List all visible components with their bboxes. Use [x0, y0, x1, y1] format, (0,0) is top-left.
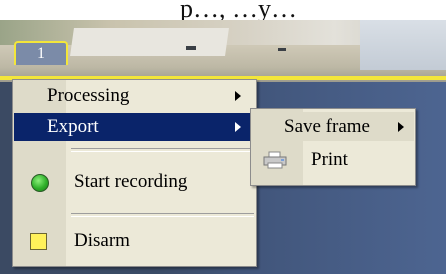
menu-item-export[interactable]: Export: [14, 113, 255, 141]
yellow-square-icon: [30, 233, 47, 250]
submenu-item-label: Print: [311, 149, 348, 170]
menu-separator: [71, 213, 254, 217]
camera-scene-window: [360, 20, 446, 70]
submenu-item-save-frame[interactable]: Save frame: [252, 112, 414, 141]
caption-strip: p…, …y…: [0, 0, 446, 23]
menu-item-processing[interactable]: Processing: [14, 82, 255, 110]
camera-number-tab[interactable]: 1: [14, 41, 68, 65]
menu-separator: [71, 148, 254, 152]
camera-scene-object: [278, 48, 286, 51]
menu-item-label: Processing: [47, 85, 130, 106]
camera-scene-paper: [70, 28, 229, 56]
printer-icon: [263, 151, 287, 169]
menu-item-disarm[interactable]: Disarm: [14, 227, 255, 255]
submenu-arrow-icon: [235, 122, 241, 132]
submenu-item-print[interactable]: Print: [252, 145, 414, 174]
camera-scene-object: [186, 46, 196, 50]
submenu-item-label: Save frame: [284, 116, 370, 137]
menu-item-label: Disarm: [74, 230, 130, 251]
menu-item-label: Start recording: [74, 171, 188, 192]
submenu-arrow-icon: [235, 91, 241, 101]
menu-item-start-recording[interactable]: Start recording: [14, 168, 255, 196]
context-menu: Processing Export Start recording Disarm: [12, 79, 257, 267]
export-submenu: Save frame Print: [250, 108, 416, 186]
submenu-arrow-icon: [398, 122, 404, 132]
green-circle-icon: [31, 174, 49, 192]
menu-item-label: Export: [47, 116, 99, 137]
